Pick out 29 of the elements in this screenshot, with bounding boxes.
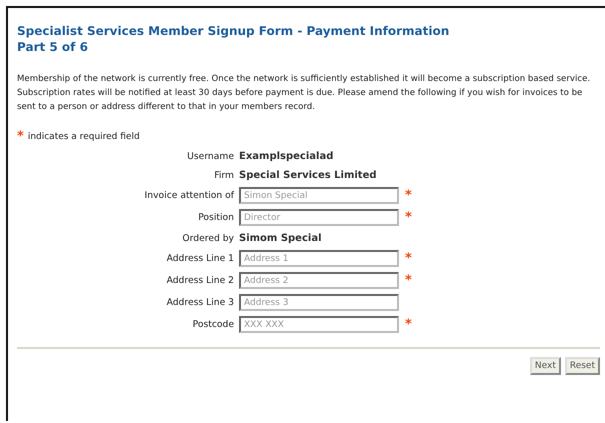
field-value: Examplspecialad [239,150,334,162]
field-label: Username [186,150,234,163]
field-label: Address Line 1 [166,253,234,264]
field-label: Position [197,212,234,223]
intro-paragraph: Membership of the network is currently free. Once the network is sufficiently established it will become a subscription based service. Subscription rates will be notified at least 30 days before payment is due. Please amend the following if you wish for invoices to be sent to a person or address different to that in your members record. [17,73,592,114]
input-field[interactable]: Address 2 [239,272,399,289]
field-label: Address Line 3 [166,297,234,308]
required-mark: * [405,190,412,200]
required-note: indicates a required field [28,132,140,142]
required-mark: * [405,212,412,222]
form-title: Specialist Services Member Signup Form - Payment Information Part 5 of 6 [17,23,450,55]
input-field[interactable]: XXX XXX [239,316,399,333]
input-field[interactable]: Director [239,209,399,226]
field-label: Invoice attention of [144,190,234,201]
field-value: Special Services Limited [239,170,378,180]
field-label: Postcode [192,319,234,330]
input-field[interactable]: Address 1 [239,250,399,267]
required-mark: * [405,254,412,264]
field-label: Ordered by [181,232,234,245]
input-field[interactable]: Address 3 [239,294,399,311]
required-mark: * [405,276,412,286]
field-label: Firm [213,168,234,182]
input-field[interactable]: Simon Special [239,187,399,204]
required-mark: * [405,320,412,330]
form-button[interactable]: Reset [564,357,600,375]
field-value: Simom Special [239,232,322,244]
form-button[interactable]: Next [530,357,561,375]
field-label: Address Line 2 [166,275,234,286]
required-mark: * [17,132,24,142]
